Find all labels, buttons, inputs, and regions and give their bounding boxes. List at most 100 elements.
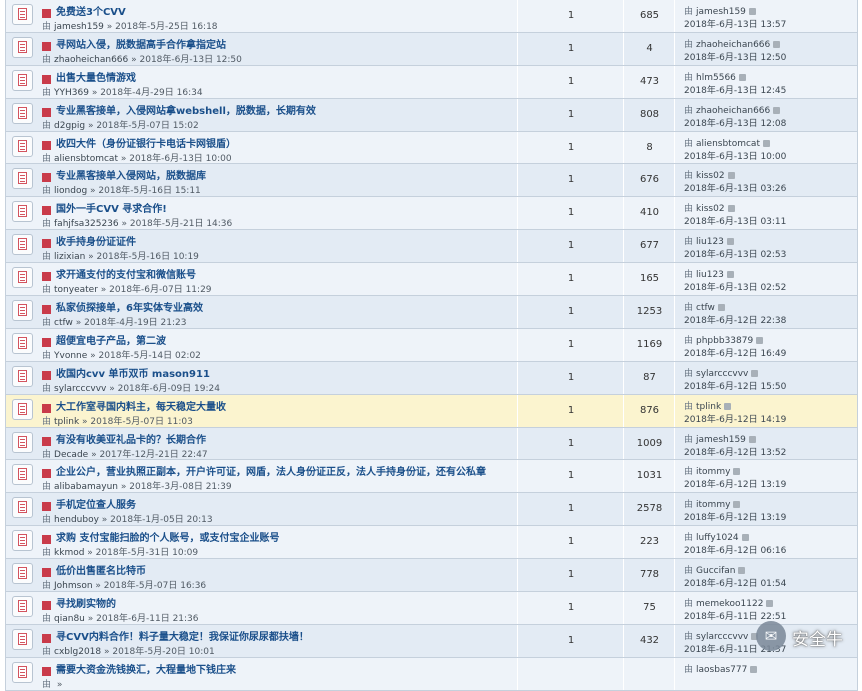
- topic-title-link[interactable]: 求开通支付的支付宝和微信账号: [56, 266, 196, 281]
- topic-title-link[interactable]: 有没有收美亚礼品卡的？长期合作: [56, 431, 206, 446]
- topic-author-link[interactable]: liondog: [54, 186, 87, 196]
- last-post-author-link[interactable]: laosbas777: [696, 665, 747, 675]
- topic-author-link[interactable]: Decade: [54, 450, 88, 460]
- topic-row[interactable]: 寻网站入侵，脱数据高手合作拿指定站由 zhaoheichan666 » 2018年…: [5, 32, 858, 66]
- topic-author-link[interactable]: lizixian: [54, 252, 85, 262]
- topic-title-link[interactable]: 求购 支付宝能扫脸的个人账号，或支付宝企业账号: [56, 529, 279, 544]
- topic-author-link[interactable]: Yvonne: [54, 351, 87, 361]
- topic-author-link[interactable]: fahjfsa325236: [54, 219, 119, 229]
- last-post-author-link[interactable]: aliensbtomcat: [696, 139, 760, 149]
- topic-row[interactable]: 收手持身份证证件由 lizixian » 2018年-5月-16日 10:19 1 6…: [5, 230, 858, 264]
- last-post-author-link[interactable]: liu123: [696, 237, 724, 247]
- topic-title-link[interactable]: 免费送3个CVV: [56, 3, 126, 18]
- topic-title-link[interactable]: 收国内cvv 单币双币 mason911: [56, 365, 210, 380]
- topic-title-link[interactable]: 大工作室寻国内料主，每天稳定大量收: [56, 398, 226, 413]
- topic-row[interactable]: 寻找刷实物的由 qian8u » 2018年-6月-11日 21:36 1 75 由 me…: [5, 592, 858, 625]
- topic-title-link[interactable]: 收四大件（身份证银行卡电话卡网银盾）: [56, 135, 236, 150]
- goto-last-post-icon[interactable]: [773, 40, 781, 48]
- topic-title-link[interactable]: 国外一手CVV 寻求合作!: [56, 200, 167, 215]
- topic-author-link[interactable]: aliensbtomcat: [54, 154, 118, 164]
- goto-last-post-icon[interactable]: [726, 271, 734, 279]
- topic-row[interactable]: 超便宜电子产品，第二波由 Yvonne » 2018年-5月-14日 02:02 1…: [5, 328, 858, 362]
- topic-author-link[interactable]: kkmod: [54, 548, 84, 558]
- topic-row[interactable]: 专业黑客接单入侵网站，脱数据库由 liondog » 2018年-5月-16日 1…: [5, 164, 858, 198]
- topic-row[interactable]: 寻CVV内料合作！料子量大稳定！我保证你尿尿都扶墙！由 cxblg2018 » 2…: [5, 624, 858, 658]
- last-post-author-link[interactable]: liu123: [696, 270, 724, 280]
- goto-last-post-icon[interactable]: [727, 172, 735, 180]
- topic-title-link[interactable]: 手机定位查人服务: [56, 496, 136, 511]
- topic-row[interactable]: 大工作室寻国内料主，每天稳定大量收由 tplink » 2018年-5月-07日 …: [5, 394, 858, 428]
- topic-author-link[interactable]: henduboy: [54, 515, 99, 525]
- goto-last-post-icon[interactable]: [738, 73, 746, 81]
- topic-row[interactable]: 手机定位查人服务由 henduboy » 2018年-1月-05日 20:13 1 2…: [5, 493, 858, 527]
- last-post-author-link[interactable]: sylarcccvvv: [696, 369, 748, 379]
- topic-title-link[interactable]: 专业黑客接单，入侵网站拿webshell，脱数据，长期有效: [56, 102, 316, 117]
- topic-title-link[interactable]: 寻CVV内料合作！料子量大稳定！我保证你尿尿都扶墙！: [56, 628, 309, 643]
- topic-title-link[interactable]: 需要大资金洗钱换汇，大程量地下钱庄来: [56, 661, 236, 676]
- topic-row[interactable]: 出售大量色情游戏由 YYH369 » 2018年-4月-29日 16:34 1 473…: [5, 65, 858, 99]
- goto-last-post-icon[interactable]: [748, 435, 756, 443]
- topic-author-link[interactable]: tonyeater: [54, 285, 98, 295]
- topic-title-link[interactable]: 企业公户，营业执照正副本，开户许可证，网盾，法人身份证正反，法人手持身份证，还有…: [56, 463, 486, 478]
- goto-last-post-icon[interactable]: [773, 106, 781, 114]
- topic-author-link[interactable]: alibabamayun: [54, 482, 118, 492]
- goto-last-post-icon[interactable]: [726, 238, 734, 246]
- goto-last-post-icon[interactable]: [724, 402, 732, 410]
- topic-author-link[interactable]: sylarcccvvv: [54, 384, 106, 394]
- topic-title-link[interactable]: 专业黑客接单入侵网站，脱数据库: [56, 167, 206, 182]
- topic-author-link[interactable]: tplink: [54, 417, 79, 427]
- goto-last-post-icon[interactable]: [738, 567, 746, 575]
- topic-row[interactable]: 求购 支付宝能扫脸的个人账号，或支付宝企业账号由 kkmod » 2018年-5月…: [5, 526, 858, 560]
- last-post-author-link[interactable]: jamesh159: [696, 7, 746, 17]
- goto-last-post-icon[interactable]: [748, 8, 756, 15]
- topic-row[interactable]: 企业公户，营业执照正副本，开户许可证，网盾，法人身份证正反，法人手持身份证，还有…: [5, 460, 858, 494]
- goto-last-post-icon[interactable]: [751, 369, 759, 377]
- goto-last-post-icon[interactable]: [762, 139, 770, 147]
- topic-title-link[interactable]: 出售大量色情游戏: [56, 69, 136, 84]
- goto-last-post-icon[interactable]: [733, 468, 741, 476]
- topic-row[interactable]: 需要大资金洗钱换汇，大程量地下钱庄来由 » 由 laosbas777: [5, 657, 858, 691]
- topic-row[interactable]: 免费送3个CVV 由 jamesh159 » 2018年-5月-25日 16:18 1…: [5, 0, 858, 33]
- goto-last-post-icon[interactable]: [717, 304, 725, 312]
- topic-author-link[interactable]: cxblg2018: [54, 647, 101, 657]
- last-post-author-link[interactable]: zhaoheichan666: [696, 106, 770, 116]
- goto-last-post-icon[interactable]: [733, 501, 741, 509]
- last-post-author-link[interactable]: zhaoheichan666: [696, 40, 770, 50]
- topic-title-link[interactable]: 寻找刷实物的: [56, 595, 116, 610]
- last-post-author-link[interactable]: tplink: [696, 402, 721, 412]
- topic-title-link[interactable]: 低价出售匿名比特币: [56, 562, 146, 577]
- goto-last-post-icon[interactable]: [756, 336, 764, 344]
- last-post-author-link[interactable]: kiss02: [696, 171, 725, 181]
- last-post-author-link[interactable]: Guccifan: [696, 566, 735, 576]
- topic-title-link[interactable]: 收手持身份证证件: [56, 233, 136, 248]
- topic-row[interactable]: 求开通支付的支付宝和微信账号由 tonyeater » 2018年-6月-07日 …: [5, 263, 858, 297]
- last-post-author-link[interactable]: jamesh159: [696, 435, 746, 445]
- topic-author-link[interactable]: d2gpig: [54, 121, 85, 131]
- goto-last-post-icon[interactable]: [727, 205, 735, 213]
- topic-row[interactable]: 有没有收美亚礼品卡的？长期合作由 Decade » 2017年-12月-21日 2…: [5, 427, 858, 461]
- topic-row[interactable]: 国外一手CVV 寻求合作! 由 fahjfsa325236 » 2018年-5月-2…: [5, 197, 858, 231]
- last-post-author-link[interactable]: itommy: [696, 467, 730, 477]
- topic-row[interactable]: 专业黑客接单，入侵网站拿webshell，脱数据，长期有效由 d2gpig » 2…: [5, 98, 858, 132]
- topic-author-link[interactable]: zhaoheichan666: [54, 55, 128, 65]
- goto-last-post-icon[interactable]: [766, 600, 774, 608]
- topic-row[interactable]: 低价出售匿名比特币由 Johmson » 2018年-5月-07日 16:36 1 7…: [5, 559, 858, 593]
- last-post-author-link[interactable]: phpbb33879: [696, 336, 753, 346]
- last-post-author-link[interactable]: itommy: [696, 500, 730, 510]
- topic-title-link[interactable]: 寻网站入侵，脱数据高手合作拿指定站: [56, 36, 226, 51]
- topic-row[interactable]: 私家侦探接单，6年实体专业高效由 ctfw » 2018年-4月-19日 21:2…: [5, 296, 858, 329]
- last-post-author-link[interactable]: memekoo1122: [696, 599, 763, 609]
- last-post-author-link[interactable]: luffy1024: [696, 533, 739, 543]
- last-post-author-link[interactable]: ctfw: [696, 303, 715, 313]
- topic-row[interactable]: 收四大件（身份证银行卡电话卡网银盾）由 aliensbtomcat » 2018年…: [5, 131, 858, 165]
- topic-title-link[interactable]: 超便宜电子产品，第二波: [56, 332, 166, 347]
- goto-last-post-icon[interactable]: [741, 534, 749, 542]
- topic-author-link[interactable]: Johmson: [54, 581, 93, 591]
- topic-author-link[interactable]: qian8u: [54, 614, 85, 624]
- topic-author-link[interactable]: ctfw: [54, 318, 73, 328]
- topic-row[interactable]: 收国内cvv 单币双币 mason911 由 sylarcccvvv » 2018年…: [5, 361, 858, 395]
- topic-title-link[interactable]: 私家侦探接单，6年实体专业高效: [56, 299, 203, 314]
- last-post-author-link[interactable]: kiss02: [696, 204, 725, 214]
- last-post-author-link[interactable]: sylarcccvvv: [696, 632, 748, 642]
- topic-author-link[interactable]: jamesh159: [54, 22, 104, 32]
